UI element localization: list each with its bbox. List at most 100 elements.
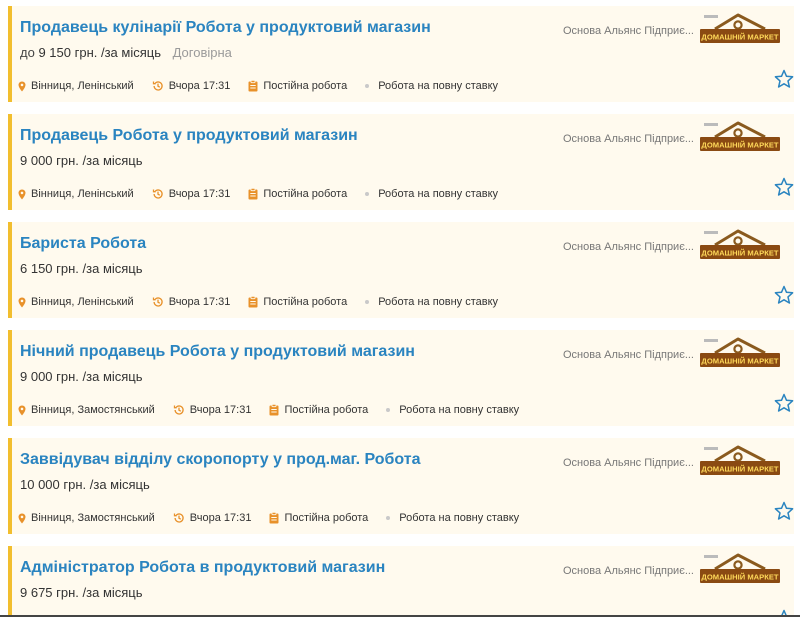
salary-period: /за місяць <box>82 585 143 600</box>
company-logo[interactable]: ДОМАШНІЙ МАРКЕТ <box>698 552 782 588</box>
job-title[interactable]: Заввідувач відділу скоропорту у прод.маг… <box>20 451 421 469</box>
favorite-star-icon[interactable] <box>773 176 795 198</box>
job-employment: Постійна робота <box>269 512 368 524</box>
salary-period: /за місяць <box>82 369 143 384</box>
logo-text: ДОМАШНІЙ МАРКЕТ <box>701 465 778 474</box>
location-pin-icon <box>18 405 26 415</box>
job-card[interactable]: Продавець Робота у продуктовий магазин 9… <box>8 114 794 210</box>
favorite-star-icon[interactable] <box>773 284 795 306</box>
location-label: Вінниця, Замостянський <box>31 512 155 524</box>
job-card[interactable]: Продавець кулінарії Робота у продуктовий… <box>8 6 794 102</box>
company-name[interactable]: Основа Альянс Підприє... <box>563 565 693 577</box>
job-location: Вінниця, Замостянський <box>18 512 155 524</box>
location-pin-icon <box>18 297 26 307</box>
salary-negotiable: Договірна <box>172 45 232 60</box>
company-logo[interactable]: ДОМАШНІЙ МАРКЕТ <box>698 12 782 48</box>
company-logo[interactable]: ДОМАШНІЙ МАРКЕТ <box>698 336 782 372</box>
company-logo[interactable]: ДОМАШНІЙ МАРКЕТ <box>698 120 782 156</box>
bullet-dot-icon <box>365 84 370 88</box>
clipboard-icon <box>248 188 258 200</box>
job-meta: Вінниця, Замостянський Вчора 17:31 Пості… <box>18 512 537 524</box>
location-label: Вінниця, Замостянський <box>31 404 155 416</box>
salary-period: /за місяць <box>82 261 143 276</box>
job-schedule: Робота на повну ставку <box>365 80 498 92</box>
location-label: Вінниця, Ленінський <box>31 296 134 308</box>
job-salary: 6 150 грн. /за місяць <box>20 261 143 276</box>
history-clock-icon <box>152 81 163 91</box>
job-employment: Постійна робота <box>248 80 347 92</box>
clipboard-icon <box>248 80 258 92</box>
job-salary: до 9 150 грн. /за місяць Договірна <box>20 45 232 60</box>
location-pin-icon <box>18 189 26 199</box>
employment-label: Постійна робота <box>263 188 348 200</box>
job-salary: 9 000 грн. /за місяць <box>20 369 143 384</box>
location-pin-icon <box>18 513 26 523</box>
job-time: Вчора 17:31 <box>173 512 252 524</box>
employment-label: Постійна робота <box>284 404 369 416</box>
time-label: Вчора 17:31 <box>168 296 231 308</box>
time-label: Вчора 17:31 <box>189 512 252 524</box>
schedule-label: Робота на повну ставку <box>378 296 499 308</box>
schedule-label: Робота на повну ставку <box>378 188 499 200</box>
clipboard-icon <box>269 512 279 524</box>
job-title[interactable]: Адміністратор Робота в продуктовий магаз… <box>20 559 385 577</box>
job-title[interactable]: Нічний продавець Робота у продуктовий ма… <box>20 343 415 361</box>
company-name[interactable]: Основа Альянс Підприє... <box>563 241 693 253</box>
job-schedule: Робота на повну ставку <box>365 188 498 200</box>
favorite-star-icon[interactable] <box>773 500 795 522</box>
job-title[interactable]: Бариста Робота <box>20 235 146 253</box>
bullet-dot-icon <box>365 300 370 304</box>
job-schedule: Робота на повну ставку <box>386 404 519 416</box>
job-title[interactable]: Продавець кулінарії Робота у продуктовий… <box>20 19 431 37</box>
company-logo[interactable]: ДОМАШНІЙ МАРКЕТ <box>698 228 782 264</box>
employment-label: Постійна робота <box>263 80 348 92</box>
company-name[interactable]: Основа Альянс Підприє... <box>563 457 693 469</box>
clipboard-icon <box>248 296 258 308</box>
logo-text: ДОМАШНІЙ МАРКЕТ <box>701 573 778 582</box>
schedule-label: Робота на повну ставку <box>399 512 520 524</box>
job-card[interactable]: Нічний продавець Робота у продуктовий ма… <box>8 330 794 426</box>
job-card[interactable]: Адміністратор Робота в продуктовий магаз… <box>8 546 794 615</box>
location-label: Вінниця, Ленінський <box>31 80 134 92</box>
favorite-star-icon[interactable] <box>773 608 794 615</box>
company-name[interactable]: Основа Альянс Підприє... <box>563 133 693 145</box>
job-time: Вчора 17:31 <box>152 80 231 92</box>
company-name[interactable]: Основа Альянс Підприє... <box>563 25 693 37</box>
salary-period: /за місяць <box>89 477 150 492</box>
job-time: Вчора 17:31 <box>152 296 231 308</box>
time-label: Вчора 17:31 <box>168 188 231 200</box>
employment-label: Постійна робота <box>263 296 348 308</box>
job-employment: Постійна робота <box>269 404 368 416</box>
job-location: Вінниця, Ленінський <box>18 80 134 92</box>
employment-label: Постійна робота <box>284 512 369 524</box>
favorite-star-icon[interactable] <box>773 68 795 90</box>
job-card[interactable]: Заввідувач відділу скоропорту у прод.маг… <box>8 438 794 534</box>
job-meta: Вінниця, Ленінський Вчора 17:31 Постійна… <box>18 80 516 92</box>
job-location: Вінниця, Ленінський <box>18 188 134 200</box>
history-clock-icon <box>152 189 163 199</box>
schedule-label: Робота на повну ставку <box>399 404 520 416</box>
job-time: Вчора 17:31 <box>152 188 231 200</box>
company-name[interactable]: Основа Альянс Підприє... <box>563 349 693 361</box>
salary-amount: 6 150 грн. <box>20 261 79 276</box>
job-salary: 9 675 грн. /за місяць <box>20 585 143 600</box>
bullet-dot-icon <box>386 408 391 412</box>
history-clock-icon <box>173 405 184 415</box>
logo-text: ДОМАШНІЙ МАРКЕТ <box>701 357 778 366</box>
company-logo[interactable]: ДОМАШНІЙ МАРКЕТ <box>698 444 782 480</box>
job-location: Вінниця, Ленінський <box>18 296 134 308</box>
job-card[interactable]: Бариста Робота 6 150 грн. /за місяць Він… <box>8 222 794 318</box>
job-employment: Постійна робота <box>248 296 347 308</box>
logo-text: ДОМАШНІЙ МАРКЕТ <box>701 141 778 150</box>
salary-amount: 9 000 грн. <box>20 153 79 168</box>
job-title[interactable]: Продавець Робота у продуктовий магазин <box>20 127 358 145</box>
time-label: Вчора 17:31 <box>168 80 231 92</box>
logo-text: ДОМАШНІЙ МАРКЕТ <box>701 33 778 42</box>
location-pin-icon <box>18 81 26 91</box>
history-clock-icon <box>173 513 184 523</box>
job-location: Вінниця, Замостянський <box>18 404 155 416</box>
history-clock-icon <box>152 297 163 307</box>
salary-amount: 10 000 грн. <box>20 477 87 492</box>
logo-text: ДОМАШНІЙ МАРКЕТ <box>701 249 778 258</box>
favorite-star-icon[interactable] <box>773 392 795 414</box>
